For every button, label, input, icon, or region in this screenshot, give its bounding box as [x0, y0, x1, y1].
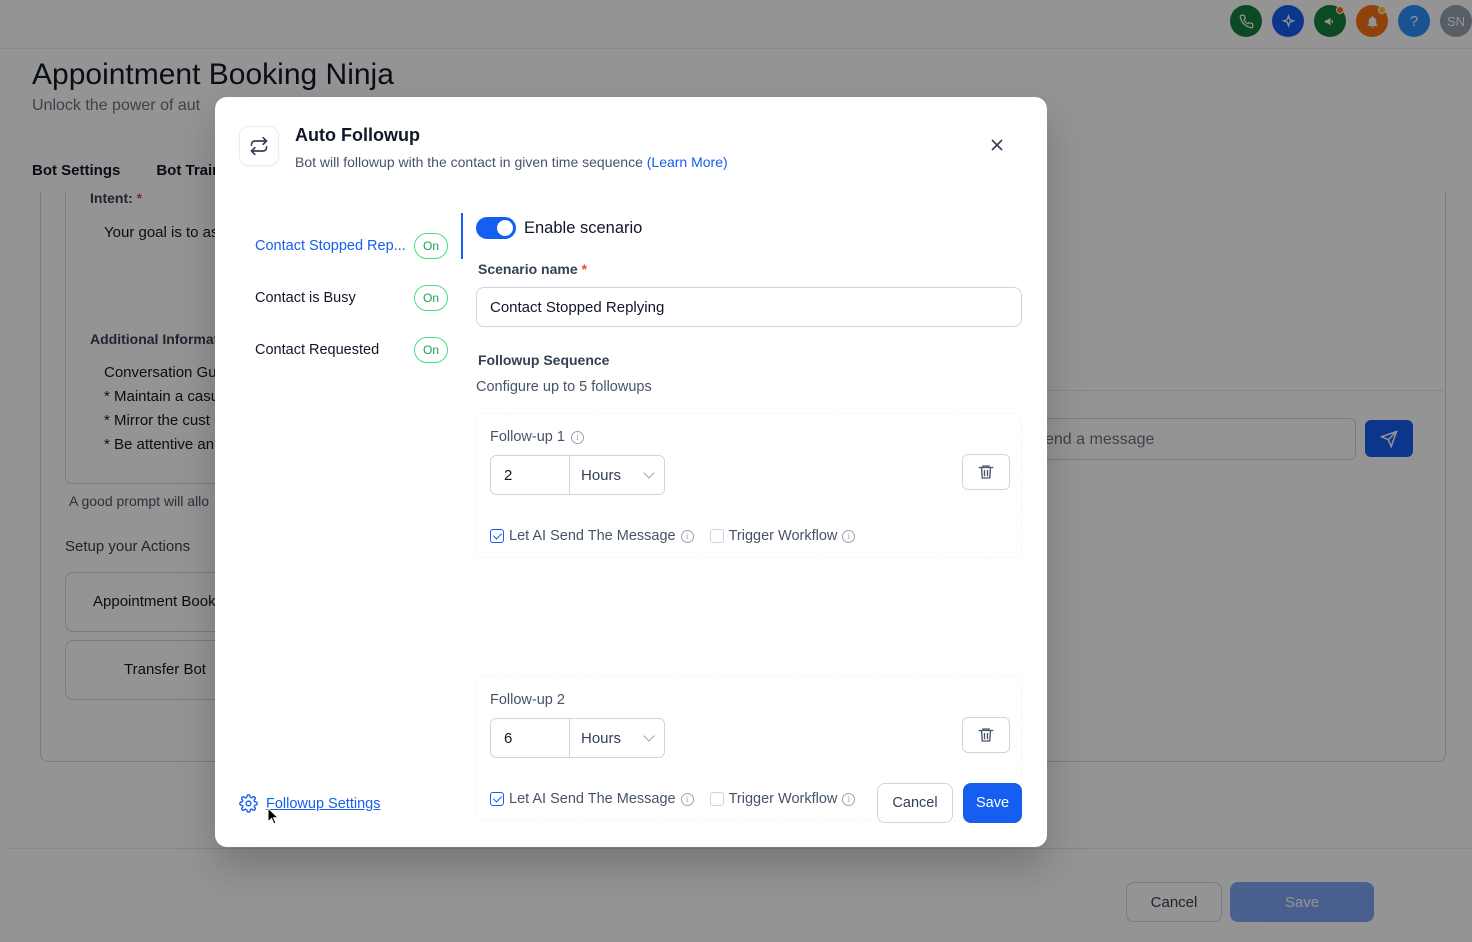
info-icon: i	[842, 792, 856, 806]
followup-delay-group: 6 Hours	[490, 718, 665, 758]
followup-options: Let AI Send The Message i Trigger Workfl…	[490, 791, 871, 807]
followup-sequence-subtitle: Configure up to 5 followups	[476, 379, 652, 395]
followup-card: Follow-up 1 i 2 Hours Let AI Send The Me…	[476, 413, 1022, 558]
chevron-down-icon	[643, 730, 655, 742]
scenario-label: Contact is Busy	[255, 290, 356, 306]
delete-followup-button[interactable]	[962, 717, 1010, 753]
followup-settings-link[interactable]: Followup Settings	[239, 794, 380, 813]
let-ai-send-option[interactable]: Let AI Send The Message i	[490, 528, 694, 544]
repeat-icon	[239, 126, 279, 166]
enable-scenario-row: Enable scenario	[476, 215, 1022, 241]
trash-icon	[978, 728, 994, 742]
followup-settings-label: Followup Settings	[266, 795, 381, 812]
status-badge: On	[414, 337, 448, 363]
scenario-label: Contact Stopped Rep...	[255, 238, 406, 254]
trash-icon	[978, 465, 994, 479]
trigger-workflow-option[interactable]: Trigger Workflow i	[709, 791, 856, 807]
enable-scenario-label: Enable scenario	[524, 218, 643, 237]
let-ai-send-option[interactable]: Let AI Send The Message i	[490, 791, 694, 807]
learn-more-link[interactable]: (Learn More)	[647, 154, 728, 170]
gear-icon	[239, 794, 258, 813]
modal-title: Auto Followup	[295, 125, 420, 145]
scenario-editor: Enable scenario Scenario name* Followup …	[476, 215, 1022, 821]
save-button[interactable]: Save	[963, 783, 1022, 823]
followup-options: Let AI Send The Message i Trigger Workfl…	[490, 528, 871, 544]
status-badge: On	[414, 285, 448, 311]
chevron-down-icon	[643, 467, 655, 479]
let-ai-send-checkbox[interactable]	[490, 529, 504, 543]
info-icon: i	[842, 529, 856, 543]
followup-title: Follow-up 1 i	[490, 429, 584, 445]
scenario-item-stopped-replying[interactable]: Contact Stopped Rep... On	[255, 220, 448, 272]
info-icon: i	[680, 529, 694, 543]
delete-followup-button[interactable]	[962, 454, 1010, 490]
active-scenario-indicator	[461, 213, 463, 259]
auto-followup-modal: Auto Followup Bot will followup with the…	[215, 97, 1047, 847]
info-icon: i	[680, 792, 694, 806]
trigger-workflow-checkbox[interactable]	[709, 792, 724, 806]
cancel-button[interactable]: Cancel	[877, 783, 953, 823]
enable-scenario-toggle[interactable]	[476, 217, 516, 239]
scenario-name-label: Scenario name *	[478, 261, 588, 277]
followup-sequence-title: Followup Sequence	[478, 352, 610, 368]
scenario-name-input[interactable]	[476, 287, 1022, 327]
modal-description: Bot will followup with the contact in gi…	[295, 154, 728, 170]
trigger-workflow-checkbox[interactable]	[709, 529, 724, 543]
followup-delay-group: 2 Hours	[490, 455, 665, 495]
scenario-label: Contact Requested	[255, 342, 380, 358]
followup-unit-select[interactable]: Hours	[570, 456, 664, 494]
scenario-item-busy[interactable]: Contact is Busy On	[255, 272, 448, 324]
followup-title: Follow-up 2	[490, 692, 565, 708]
info-icon: i	[570, 430, 584, 444]
followup-delay-input[interactable]: 6	[491, 719, 570, 757]
trigger-workflow-option[interactable]: Trigger Workflow i	[709, 528, 856, 544]
let-ai-send-checkbox[interactable]	[490, 792, 504, 806]
mouse-cursor-icon	[267, 806, 280, 830]
status-badge: On	[414, 233, 448, 259]
followup-unit-select[interactable]: Hours	[570, 719, 664, 757]
followup-delay-input[interactable]: 2	[491, 456, 570, 494]
scenario-item-requested[interactable]: Contact Requested On	[255, 324, 448, 376]
scenario-list: Contact Stopped Rep... On Contact is Bus…	[255, 220, 448, 376]
close-icon[interactable]	[987, 135, 1007, 155]
